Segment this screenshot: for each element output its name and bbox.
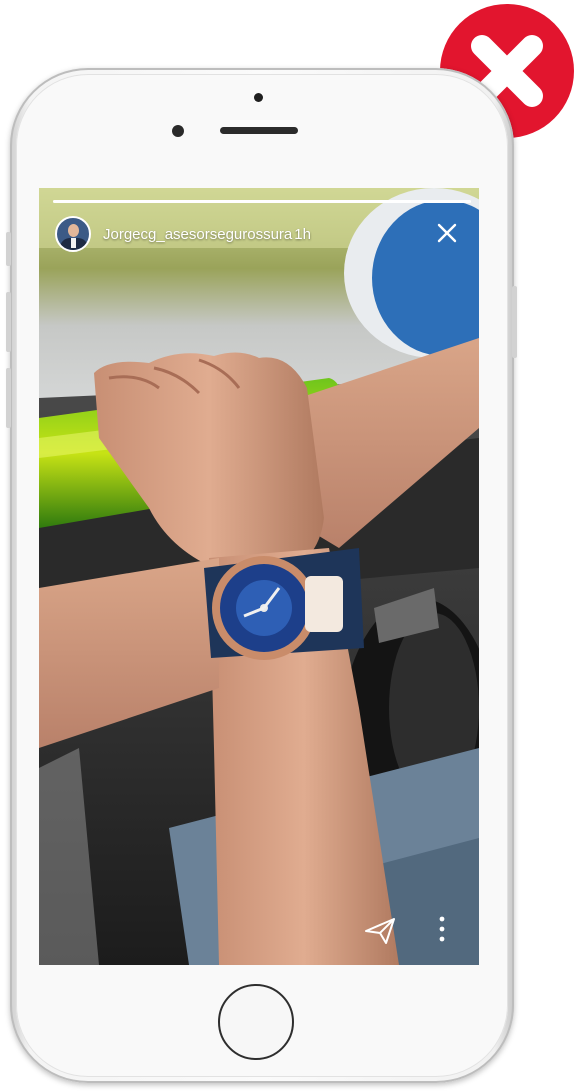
close-button[interactable]	[435, 221, 459, 245]
story-time-ago: 1h	[294, 225, 311, 243]
mute-switch	[6, 232, 11, 266]
close-icon	[437, 223, 457, 243]
more-options-icon	[439, 916, 445, 942]
story-username[interactable]: Jorgecg_asesorsegurossura	[103, 226, 292, 243]
send-icon	[365, 918, 395, 944]
story-header[interactable]: Jorgecg_asesorsegurossura 1h	[55, 214, 311, 254]
volume-down-button	[6, 368, 11, 428]
story-photo	[39, 188, 479, 965]
story-progress-bar	[53, 200, 471, 203]
proximity-sensor	[254, 93, 263, 102]
front-camera	[172, 125, 184, 137]
send-button[interactable]	[363, 916, 397, 946]
more-options-button[interactable]	[435, 914, 449, 944]
earpiece-speaker	[220, 127, 298, 134]
story-screen[interactable]: Jorgecg_asesorsegurossura 1h	[39, 188, 479, 965]
story-progress-fill	[53, 200, 471, 203]
avatar[interactable]	[55, 216, 91, 252]
power-button	[512, 286, 517, 358]
volume-up-button	[6, 292, 11, 352]
home-button[interactable]	[218, 984, 294, 1060]
